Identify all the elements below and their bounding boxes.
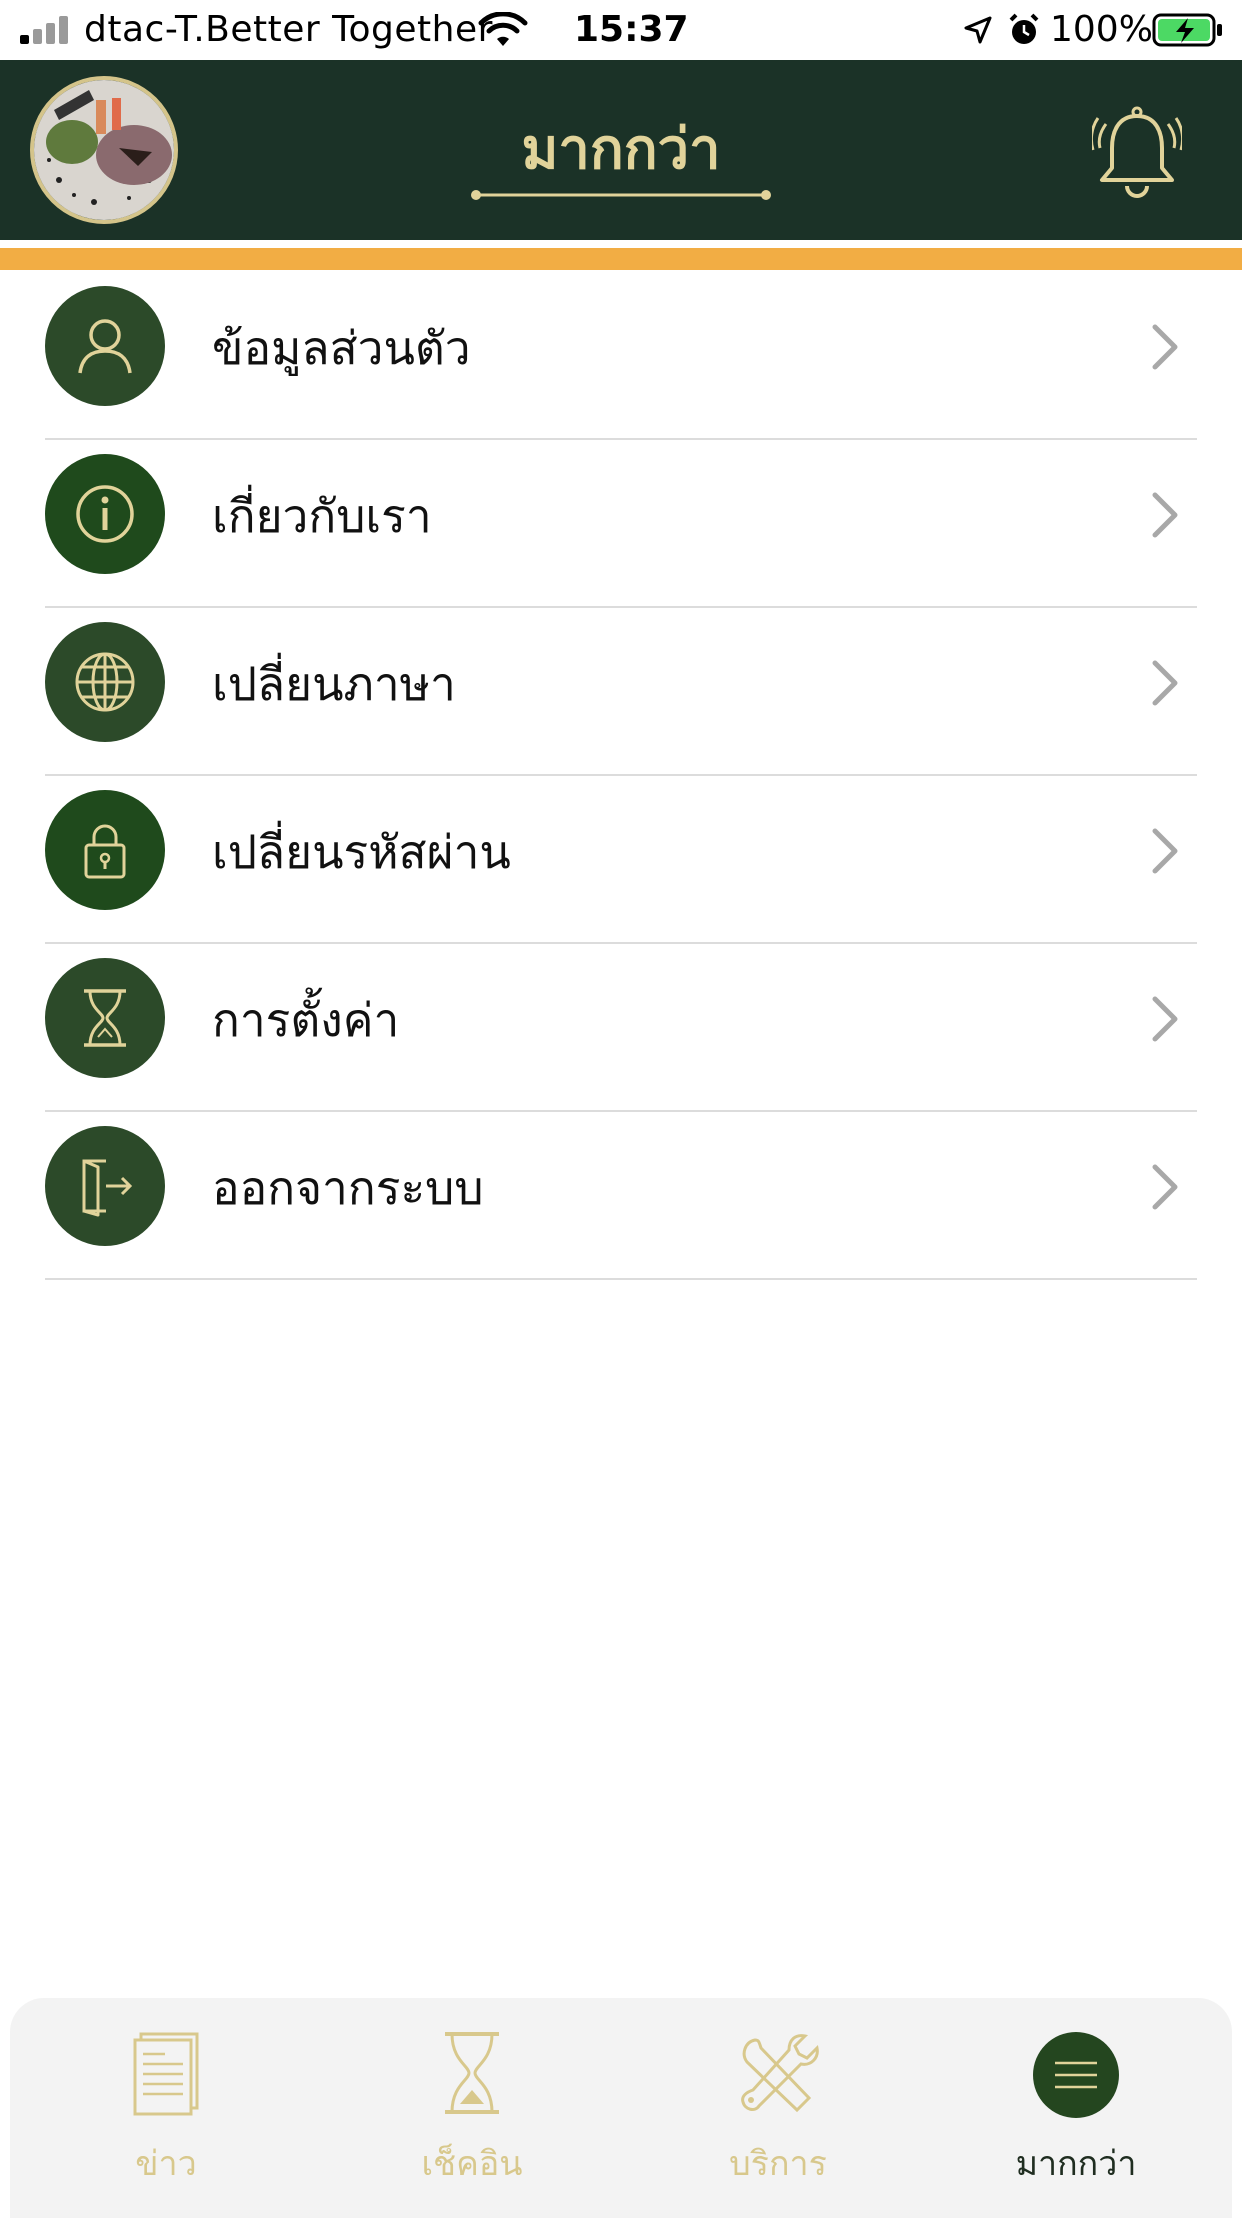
tab-label: เช็คอิน: [421, 2144, 523, 2184]
chevron-right-icon: [1152, 492, 1178, 538]
chevron-right-icon: [1152, 828, 1178, 874]
person-icon: [45, 286, 165, 406]
menu-item-label: เปลี่ยนภาษา: [212, 657, 456, 711]
info-icon: [45, 454, 165, 574]
chevron-right-icon: [1152, 1164, 1178, 1210]
globe-icon: [45, 622, 165, 742]
alarm-clock-icon: [1009, 13, 1039, 44]
location-arrow-icon: [964, 16, 992, 44]
menu-item-settings[interactable]: การตั้งค่า: [0, 944, 1242, 1112]
app-header: มากกว่า: [0, 60, 1242, 240]
menu-item-label: ออกจากระบบ: [212, 1161, 484, 1215]
tab-news[interactable]: ข่าว: [16, 1998, 316, 2208]
menu-item-language[interactable]: เปลี่ยนภาษา: [0, 608, 1242, 776]
menu-item-profile[interactable]: ข้อมูลส่วนตัว: [0, 272, 1242, 440]
hourglass-icon: [445, 2032, 499, 2114]
lock-icon: [45, 790, 165, 910]
settings-menu: ข้อมูลส่วนตัว เกี่ยวกับเรา เปลี่ยนภาษา เ…: [0, 272, 1242, 1280]
menu-item-change-password[interactable]: เปลี่ยนรหัสผ่าน: [0, 776, 1242, 944]
title-underline-ornament: [471, 190, 771, 200]
menu-icon: [1033, 2032, 1119, 2118]
battery-charging-icon: [1152, 13, 1222, 47]
menu-item-logout[interactable]: ออกจากระบบ: [0, 1112, 1242, 1280]
battery-percentage: 100%: [1050, 9, 1153, 50]
header-accent-bar: [0, 248, 1242, 270]
chevron-right-icon: [1152, 996, 1178, 1042]
news-icon: [133, 2032, 199, 2116]
tools-icon: [741, 2034, 819, 2113]
chevron-right-icon: [1152, 324, 1178, 370]
tab-more[interactable]: มากกว่า: [926, 1998, 1226, 2208]
hourglass-icon: [45, 958, 165, 1078]
menu-item-label: เกี่ยวกับเรา: [212, 489, 432, 543]
status-bar: dtac-T.Better Together 15:37 100%: [0, 0, 1242, 60]
clock: 15:37: [574, 9, 689, 50]
logout-icon: [45, 1126, 165, 1246]
carrier-name: dtac-T.Better Together: [84, 9, 493, 50]
tab-label: บริการ: [729, 2144, 827, 2184]
tab-label: ข่าว: [135, 2144, 197, 2184]
bottom-tab-bar: ข่าว เช็คอิน บริการ มากกว่า: [10, 1998, 1232, 2218]
tab-checkin[interactable]: เช็คอิน: [322, 1998, 622, 2208]
bell-icon[interactable]: [1092, 102, 1182, 202]
tab-label: มากกว่า: [1015, 2144, 1137, 2184]
chevron-right-icon: [1152, 660, 1178, 706]
menu-item-label: ข้อมูลส่วนตัว: [212, 321, 471, 375]
menu-item-about[interactable]: เกี่ยวกับเรา: [0, 440, 1242, 608]
divider: [45, 1278, 1197, 1280]
menu-item-label: การตั้งค่า: [212, 993, 400, 1047]
menu-item-label: เปลี่ยนรหัสผ่าน: [212, 825, 511, 879]
wifi-icon: [478, 12, 528, 46]
page-title: มากกว่า: [521, 117, 721, 182]
signal-strength-icon: [20, 16, 72, 44]
tab-services[interactable]: บริการ: [628, 1998, 928, 2208]
